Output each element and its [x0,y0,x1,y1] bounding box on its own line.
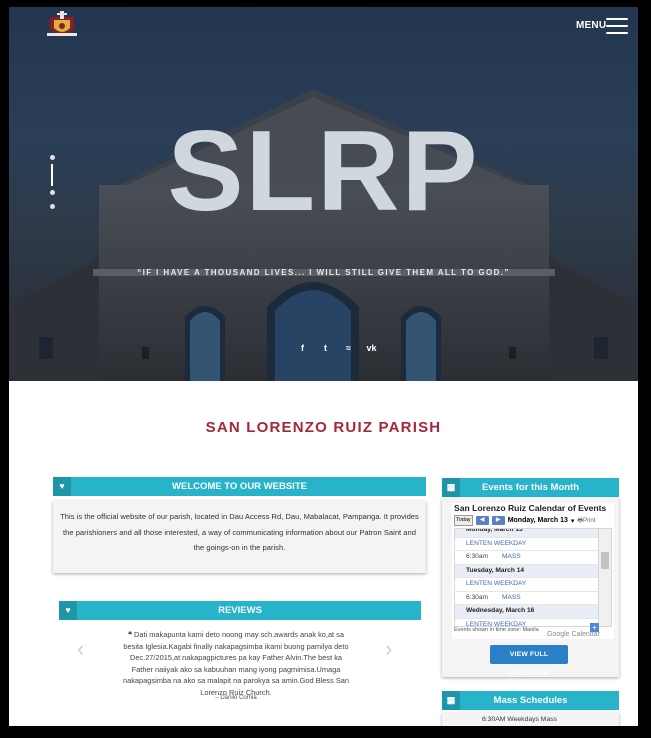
parish-logo[interactable] [45,9,79,43]
welcome-panel: This is the official website of our pari… [53,501,426,573]
review-text: ❝ Dati makapunta kami deto noong may sch… [121,629,351,698]
agenda-date: Monday, March 13 [455,529,599,538]
agenda-scrollbar[interactable] [598,528,612,627]
agenda-event[interactable]: LENTEN WEEKDAY [455,538,599,551]
welcome-heading: WELCOME TO OUR WEBSITE [172,481,307,492]
calendar-icon: ▦ [442,478,460,497]
mass-header: ▦ Mass Schedules [442,691,619,710]
mass-panel: 6:30AM Weekdays Mass [442,713,619,726]
events-header: ▦ Events for this Month [442,478,619,497]
agenda-list[interactable]: Monday, March 13 LENTEN WEEKDAY 6:30am MA… [454,528,600,627]
quote-icon: ❝ [128,630,132,639]
menu-label[interactable]: MENU [576,20,606,31]
agenda-event[interactable]: 6:30am MASS [455,592,599,605]
reviews-heading: REVIEWS [218,605,262,616]
current-date: Monday, March 13 [507,517,568,524]
events-panel: San Lorenzo Ruiz Calendar of Events Toda… [442,498,619,677]
parish-title: SAN LORENZO RUIZ PARISH [205,419,442,436]
heart-icon: ♥ [53,477,71,496]
review-body: Dati makapunta kami deto noong may sch.a… [123,630,349,697]
hero-banner: MENU SLRP “IF I HAVE A THOUSAND LIVES...… [9,7,638,381]
agenda-date: Wednesday, March 16 [455,605,599,619]
vk-icon[interactable]: vk [366,343,377,353]
next-month-button[interactable]: ▶ [491,516,505,525]
heart-icon: ♥ [59,601,77,620]
rss-icon[interactable]: ≈ [343,343,354,353]
view-full-calendar-button[interactable]: VIEW FULL CALENDAR [490,645,568,677]
agenda-event[interactable]: LENTEN WEEKDAY [455,619,599,627]
twitter-icon[interactable]: t [320,343,331,353]
welcome-text: This is the official website of our pari… [60,512,419,552]
hamburger-menu-icon[interactable] [606,18,628,34]
page-frame: MENU SLRP “IF I HAVE A THOUSAND LIVES...… [9,7,638,726]
social-links: f t ≈ vk [297,343,377,353]
calendar-nav: Today ◀ ▶ Monday, March 13 ▾ 🖶Print [454,515,595,526]
timezone-note: Events shown in time zone: Manila [454,627,539,633]
hero-quote: “IF I HAVE A THOUSAND LIVES... I WILL ST… [137,268,510,277]
facebook-icon[interactable]: f [297,343,308,353]
agenda-event[interactable]: LENTEN WEEKDAY [455,578,599,592]
calendar-icon: ▦ [442,691,460,710]
review-author: – Danilo Cornia [215,695,257,701]
date-dropdown-icon[interactable]: ▾ [571,517,575,525]
hero-title: SLRP [167,108,480,235]
mass-heading: Mass Schedules [493,695,568,706]
embedded-calendar: San Lorenzo Ruiz Calendar of Events Toda… [452,503,614,639]
google-calendar-logo: Google Calendar [547,631,600,638]
calendar-title: San Lorenzo Ruiz Calendar of Events [454,503,607,513]
events-heading: Events for this Month [481,482,580,493]
welcome-header: ♥ WELCOME TO OUR WEBSITE [53,477,426,496]
reviews-carousel: ‹ › ❝ Dati makapunta kami deto noong may… [59,621,421,711]
print-link[interactable]: 🖶Print [577,516,595,526]
main-content: SAN LORENZO RUIZ PARISH ♥ WELCOME TO OUR… [9,381,638,726]
next-arrow-icon[interactable]: › [385,636,392,662]
reviews-header: ♥ REVIEWS [59,601,421,620]
agenda-date: Tuesday, March 14 [455,564,599,578]
prev-month-button[interactable]: ◀ [475,516,489,525]
agenda-event[interactable]: 6:30am MASS [455,551,599,565]
prev-arrow-icon[interactable]: ‹ [77,636,84,662]
today-button[interactable]: Today [454,515,473,526]
mass-schedule-line: 6:30AM Weekdays Mass [482,716,558,723]
